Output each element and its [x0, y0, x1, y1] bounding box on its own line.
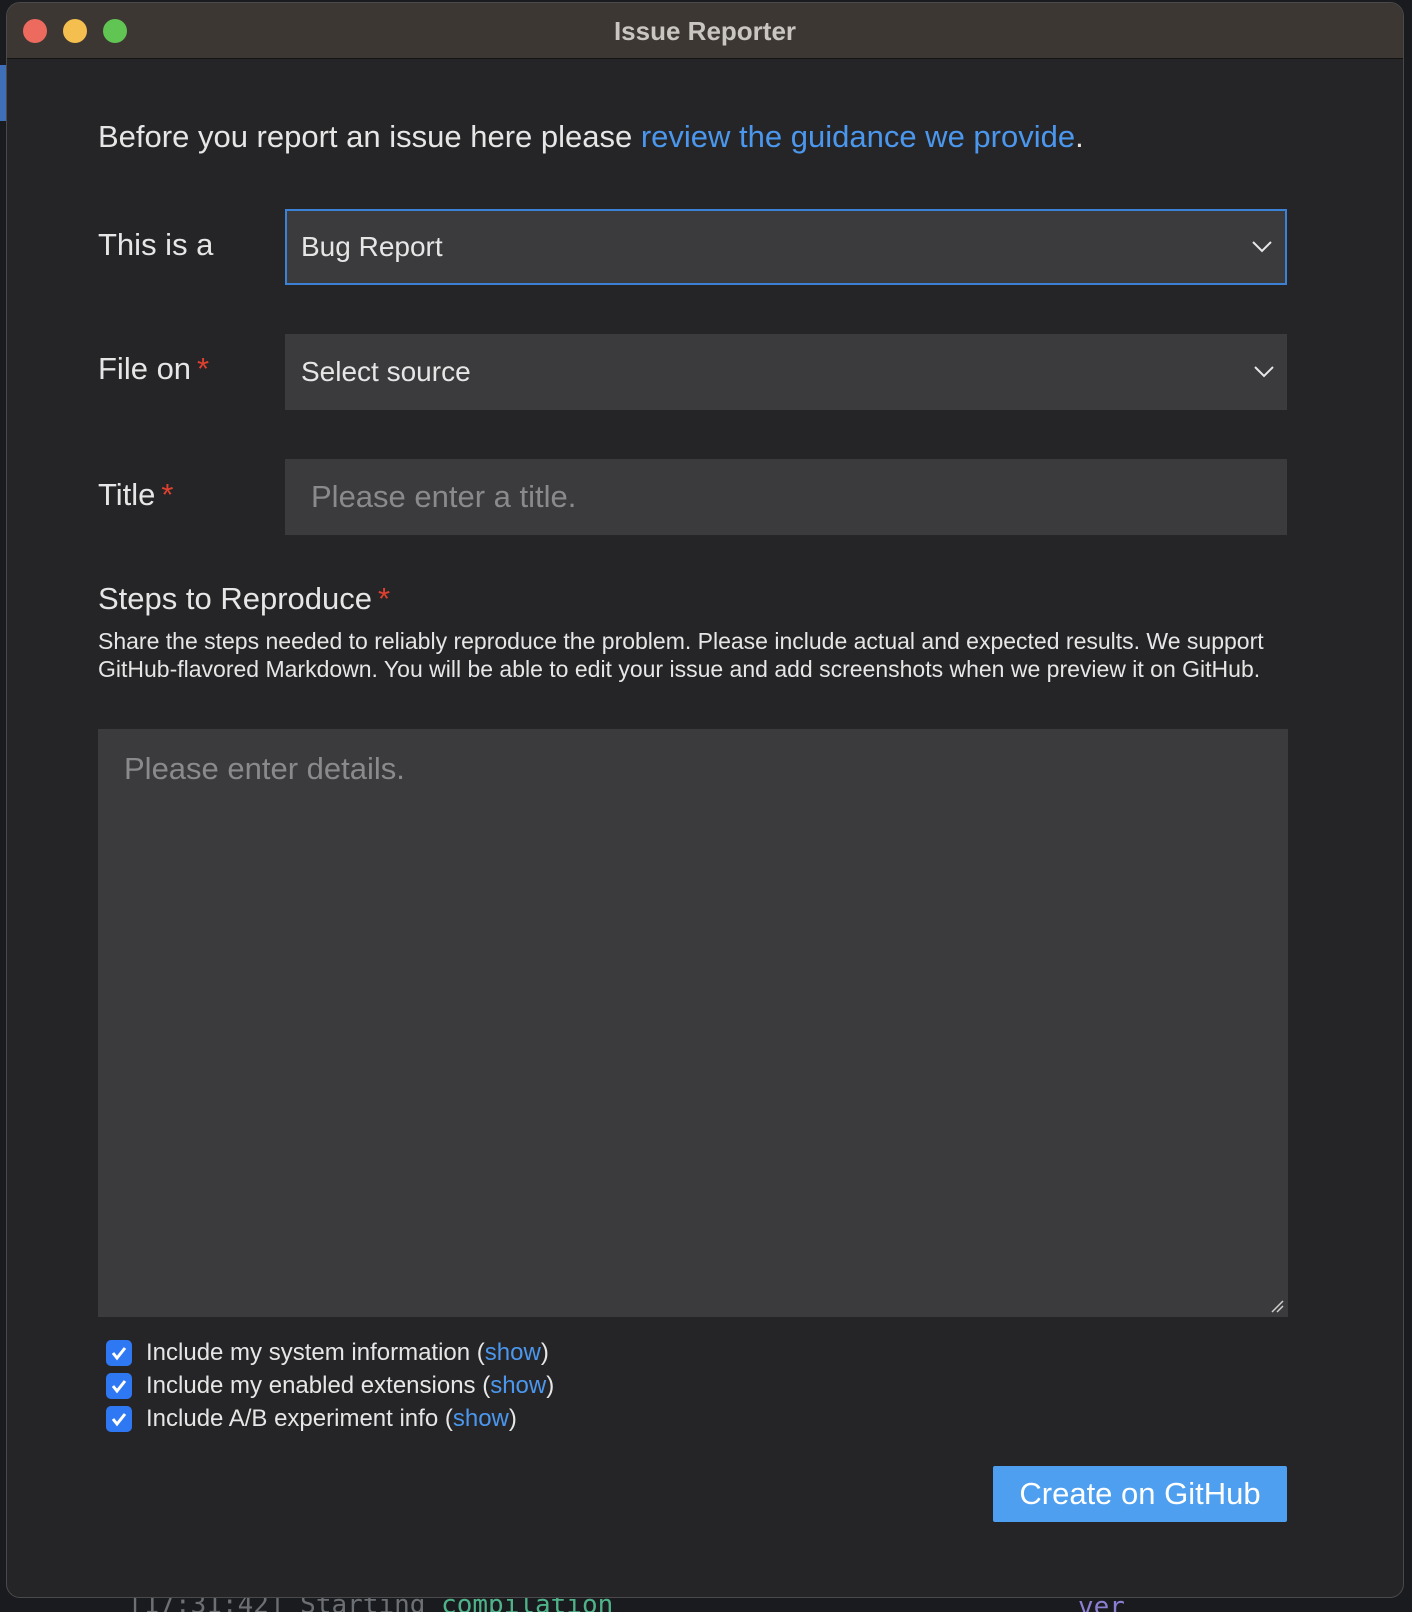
- experiment-info-suffix: ): [508, 1405, 517, 1432]
- file-on-label: File on *: [98, 351, 209, 387]
- guidance-link[interactable]: review the guidance we provide: [641, 119, 1075, 154]
- extensions-label: Include my enabled extensions (: [146, 1372, 491, 1399]
- issue-reporter-window: Issue Reporter Before you report an issu…: [6, 2, 1404, 1598]
- extensions-checkbox[interactable]: [106, 1373, 132, 1399]
- steps-heading-text: Steps to Reproduce: [98, 581, 373, 616]
- desktop: [17:31:42] Starting compilation ver Issu…: [0, 0, 1412, 1612]
- checkmark-icon: [111, 1413, 127, 1427]
- required-marker: *: [197, 351, 210, 386]
- issue-type-label: This is a: [98, 227, 214, 262]
- title-input[interactable]: Please enter a title.: [285, 459, 1287, 535]
- issue-type-value: Bug Report: [301, 231, 443, 262]
- extensions-show-link[interactable]: show: [490, 1372, 546, 1399]
- title-label-text: Title: [98, 477, 156, 512]
- steps-textarea[interactable]: Please enter details.: [98, 729, 1288, 1317]
- file-on-select[interactable]: Select source: [285, 334, 1287, 410]
- file-on-label-text: File on: [98, 351, 192, 386]
- experiment-info-checkbox[interactable]: [106, 1406, 132, 1432]
- create-on-github-button[interactable]: Create on GitHub: [993, 1466, 1287, 1522]
- issue-type-select[interactable]: Bug Report: [285, 209, 1287, 285]
- required-marker: *: [378, 581, 391, 616]
- steps-placeholder: Please enter details.: [124, 751, 405, 786]
- steps-description: Share the steps needed to reliably repro…: [98, 628, 1264, 682]
- intro-text: Before you report an issue here please r…: [98, 119, 1084, 155]
- intro-suffix: .: [1075, 119, 1084, 154]
- title-label: Title *: [98, 477, 174, 513]
- required-marker: *: [161, 477, 174, 512]
- file-on-value: Select source: [301, 356, 471, 387]
- chevron-down-icon: [1252, 241, 1272, 253]
- steps-heading: Steps to Reproduce *: [98, 581, 390, 617]
- experiment-info-show-link[interactable]: show: [453, 1405, 509, 1432]
- system-info-label: Include my system information (: [146, 1339, 485, 1366]
- checkmark-icon: [111, 1347, 127, 1361]
- include-extensions-option[interactable]: Include my enabled extensions (show): [106, 1372, 554, 1400]
- experiment-info-label: Include A/B experiment info (: [146, 1405, 453, 1432]
- system-info-checkbox[interactable]: [106, 1340, 132, 1366]
- checkmark-icon: [111, 1380, 127, 1394]
- system-info-suffix: ): [540, 1339, 549, 1366]
- system-info-show-link[interactable]: show: [485, 1339, 541, 1366]
- title-bar[interactable]: Issue Reporter: [7, 3, 1403, 59]
- intro-text-body: Before you report an issue here please: [98, 119, 641, 154]
- resize-grip-icon[interactable]: [1270, 1299, 1284, 1313]
- include-system-info-option[interactable]: Include my system information (show): [106, 1339, 549, 1367]
- chevron-down-icon: [1254, 366, 1274, 378]
- window-title: Issue Reporter: [613, 16, 797, 46]
- extensions-suffix: ): [546, 1372, 555, 1399]
- include-experiment-info-option[interactable]: Include A/B experiment info (show): [106, 1405, 517, 1433]
